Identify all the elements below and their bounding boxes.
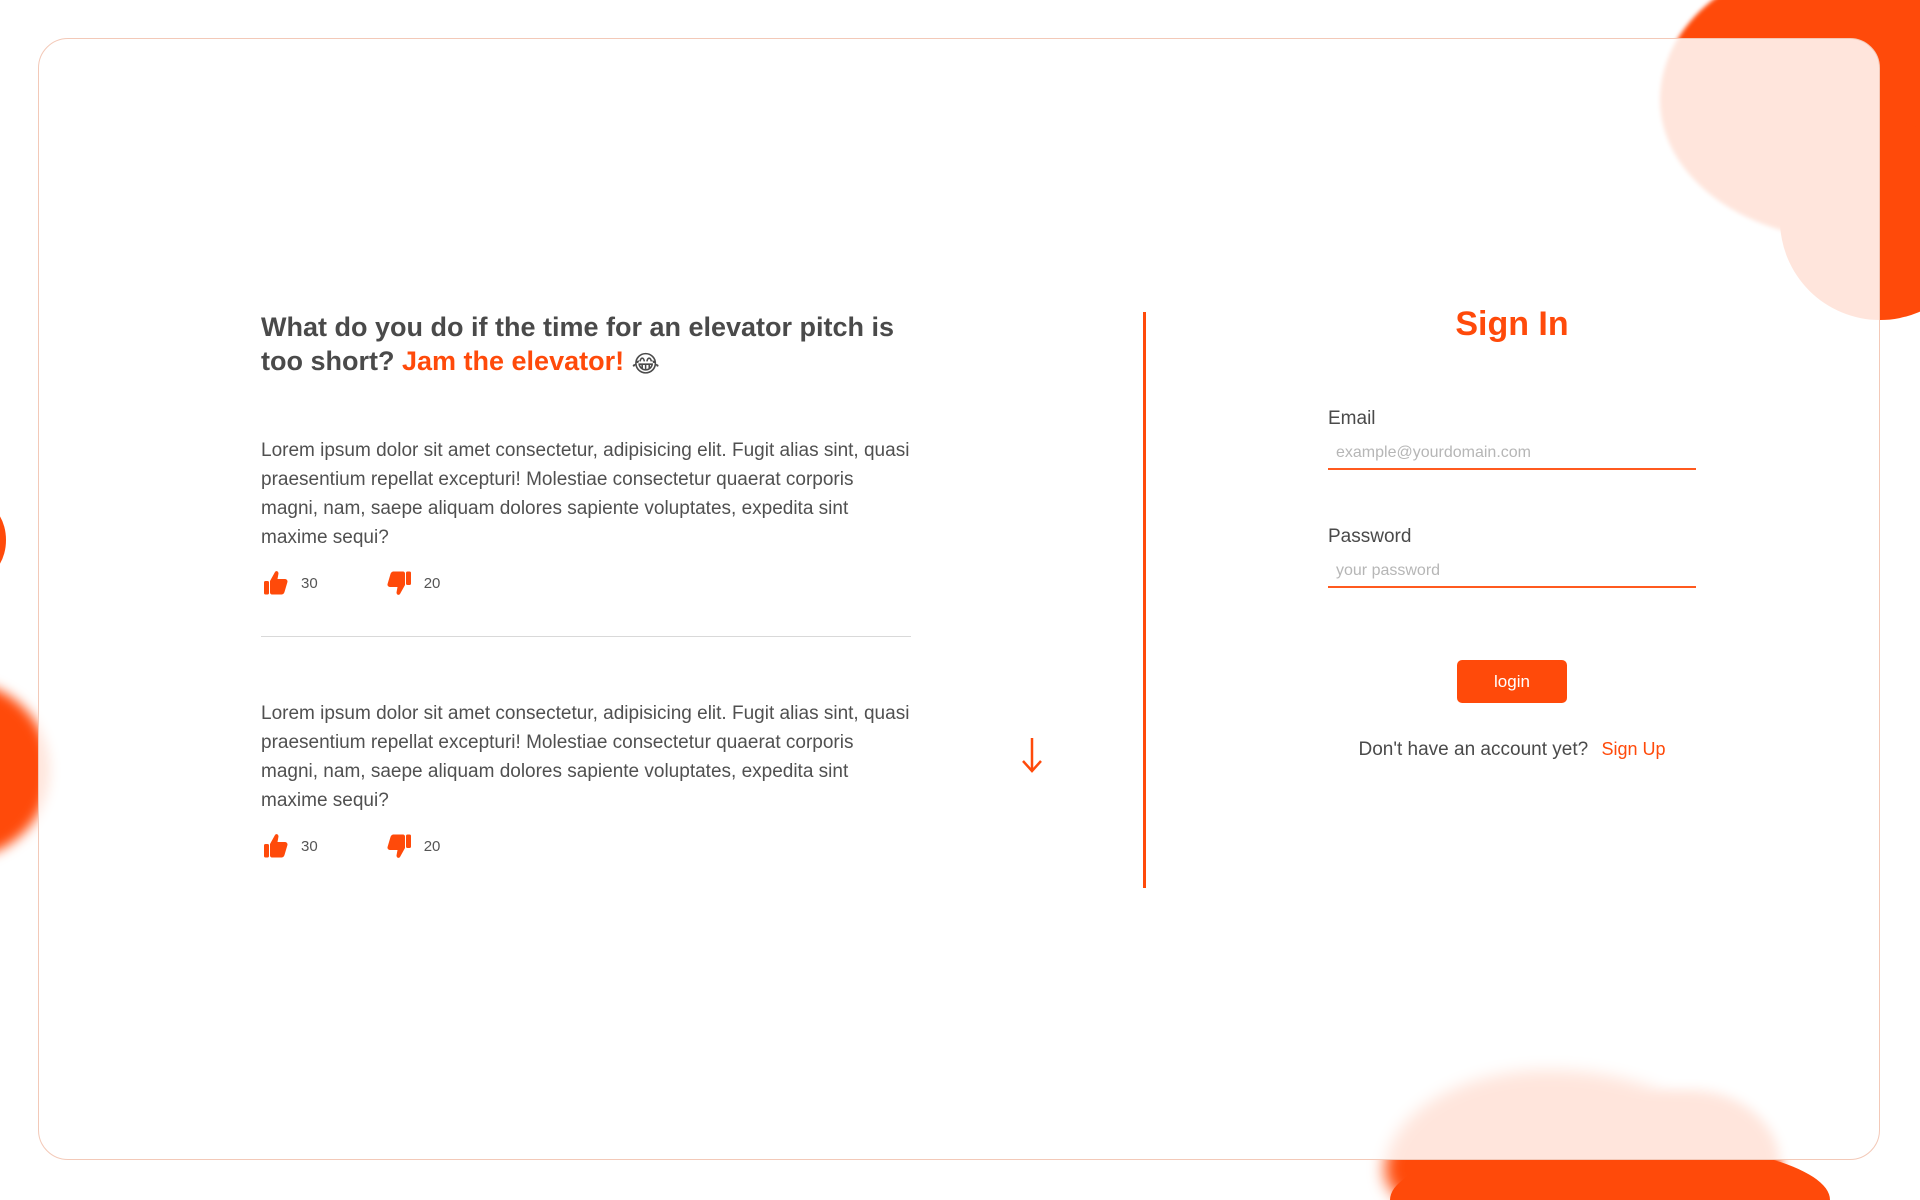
email-field[interactable] [1328, 438, 1696, 470]
page: What do you do if the time for an elevat… [0, 0, 1920, 1200]
scroll-down-button[interactable] [1019, 736, 1045, 779]
headline-accent: Jam the elevator! [402, 346, 625, 376]
thumbs-up-icon [264, 834, 288, 858]
email-label: Email [1328, 408, 1376, 429]
decorative-blob [0, 505, 6, 575]
laughing-emoji-icon: 😂 [631, 351, 660, 378]
dislike-button[interactable]: 20 [384, 568, 441, 598]
password-group: Password [1328, 526, 1696, 588]
like-button[interactable]: 30 [261, 568, 318, 598]
post-card: Lorem ipsum dolor sit amet consectetur, … [261, 436, 911, 600]
post-reactions: 30 20 [261, 829, 911, 863]
no-account-text: Don't have an account yet? [1358, 739, 1589, 760]
thumbs-down-icon [387, 571, 411, 595]
signin-title: Sign In [1455, 305, 1569, 343]
dislike-count: 20 [423, 574, 441, 592]
signup-row: Don't have an account yet? Sign Up [1328, 739, 1696, 761]
signup-link[interactable]: Sign Up [1601, 739, 1665, 759]
pitch-section: What do you do if the time for an elevat… [261, 310, 911, 863]
email-group: Email [1328, 408, 1696, 470]
post-divider [261, 636, 911, 637]
section-divider [1143, 312, 1146, 888]
post-reactions: 30 20 [261, 566, 911, 600]
thumbs-down-icon [387, 834, 411, 858]
like-button[interactable]: 30 [261, 831, 318, 861]
password-field[interactable] [1328, 556, 1696, 588]
password-label: Password [1328, 526, 1412, 547]
post-text: Lorem ipsum dolor sit amet consectetur, … [261, 703, 910, 811]
like-count: 30 [301, 574, 318, 592]
post-card: Lorem ipsum dolor sit amet consectetur, … [261, 699, 911, 863]
like-count: 30 [301, 837, 318, 855]
thumbs-up-icon [264, 571, 288, 595]
dislike-count: 20 [423, 837, 441, 855]
dislike-button[interactable]: 20 [384, 831, 441, 861]
arrow-down-icon [1022, 738, 1042, 773]
post-text: Lorem ipsum dolor sit amet consectetur, … [261, 440, 910, 548]
login-button[interactable]: login [1457, 660, 1567, 703]
signin-form: Sign In Email Password login Don't have … [1328, 305, 1696, 761]
pitch-headline: What do you do if the time for an elevat… [261, 310, 911, 382]
